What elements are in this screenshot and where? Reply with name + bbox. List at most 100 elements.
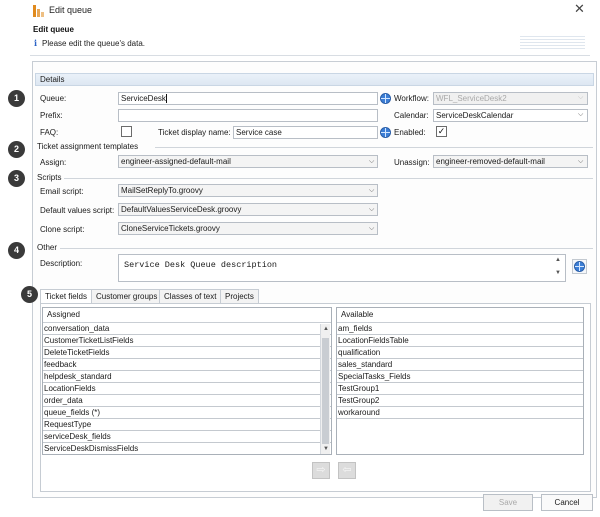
queue-label: Queue:: [40, 94, 67, 103]
faq-checkbox[interactable]: [121, 126, 132, 137]
group-divider: [155, 147, 593, 148]
list-item[interactable]: DeleteTicketFields: [43, 347, 331, 359]
scroll-thumb[interactable]: [322, 338, 329, 444]
unassign-label: Unassign:: [394, 158, 430, 167]
app-icon: [33, 5, 44, 17]
workflow-label: Workflow:: [394, 94, 429, 103]
ticket-assignment-group-title: Ticket assignment templates: [37, 142, 139, 151]
details-section-title: Details: [40, 75, 65, 84]
tab-ticket-fields[interactable]: Ticket fields: [40, 289, 92, 304]
scroll-up-icon[interactable]: ▲: [322, 326, 330, 332]
assigned-list[interactable]: Assigned conversation_data CustomerTicke…: [42, 307, 332, 455]
description-translate-button[interactable]: [572, 259, 587, 274]
header-decoration: [520, 36, 585, 50]
step-badge-4: 4: [8, 242, 25, 259]
default-values-script-select[interactable]: DefaultValuesServiceDesk.groovy: [118, 203, 378, 216]
globe-icon: [574, 261, 585, 272]
clone-chevron-down-icon[interactable]: ⌵: [369, 225, 374, 233]
text-caret: [165, 94, 167, 104]
assign-value: engineer-assigned-default-mail: [121, 157, 231, 166]
scroll-down-icon[interactable]: ▼: [322, 446, 330, 452]
unassign-value: engineer-removed-default-mail: [436, 157, 545, 166]
assigned-list-header: Assigned: [43, 308, 331, 323]
default-values-script-label: Default values script:: [40, 206, 115, 215]
description-value: Service Desk Queue description: [124, 260, 278, 270]
other-group-title: Other: [37, 243, 58, 252]
close-icon[interactable]: ✕: [574, 1, 585, 17]
prefix-label: Prefix:: [40, 111, 63, 120]
calendar-chevron-down-icon[interactable]: ⌵: [578, 111, 583, 119]
list-item[interactable]: helpdesk_standard: [43, 371, 331, 383]
description-textarea[interactable]: Service Desk Queue description: [118, 254, 566, 282]
description-scroll-up-icon[interactable]: ▲: [555, 257, 561, 263]
workflow-value: WFL_ServiceDesk2: [436, 94, 507, 103]
dialog-subtitle: i Please edit the queue's data.: [34, 38, 145, 48]
list-item[interactable]: workaround: [337, 407, 583, 419]
dialog-title: Edit queue: [33, 25, 74, 34]
list-item[interactable]: feedback: [43, 359, 331, 371]
list-item[interactable]: qualification: [337, 347, 583, 359]
list-item[interactable]: order_data: [43, 395, 331, 407]
queue-input[interactable]: ServiceDesk: [118, 92, 378, 105]
clone-script-select[interactable]: CloneServiceTickets.groovy: [118, 222, 378, 235]
window-title: Edit queue: [49, 5, 93, 15]
prefix-input[interactable]: [118, 109, 378, 122]
list-item[interactable]: TestGroup2: [337, 395, 583, 407]
scripts-group-title: Scripts: [37, 173, 62, 182]
queue-value: ServiceDesk: [121, 94, 166, 103]
group-divider: [60, 248, 593, 249]
title-bar: Edit queue ✕: [0, 0, 600, 22]
assign-label: Assign:: [40, 158, 67, 167]
details-section-bar: Details: [35, 73, 594, 86]
list-item[interactable]: SpecialTasks_Fields: [337, 371, 583, 383]
list-item[interactable]: queue_fields (*): [43, 407, 331, 419]
description-scroll-down-icon[interactable]: ▼: [555, 270, 561, 276]
unassign-chevron-down-icon[interactable]: ⌵: [578, 158, 583, 166]
email-script-value: MailSetReplyTo.groovy: [121, 186, 203, 195]
list-item[interactable]: LocationFields: [43, 383, 331, 395]
tab-projects[interactable]: Projects: [220, 289, 259, 303]
enabled-label: Enabled:: [394, 128, 426, 137]
available-list-header: Available: [337, 308, 583, 323]
list-item[interactable]: RequestType: [43, 419, 331, 431]
default-values-chevron-down-icon[interactable]: ⌵: [369, 206, 374, 214]
assign-select[interactable]: engineer-assigned-default-mail: [118, 155, 378, 168]
assigned-rows: conversation_data CustomerTicketListFiel…: [43, 323, 331, 454]
enabled-checkbox[interactable]: ✓: [436, 126, 447, 137]
tab-classes-of-text[interactable]: Classes of text: [159, 289, 222, 303]
display-name-globe-icon[interactable]: [380, 127, 391, 138]
unassign-select[interactable]: engineer-removed-default-mail: [433, 155, 588, 168]
calendar-label: Calendar:: [394, 111, 429, 120]
step-badge-5: 5: [21, 286, 38, 303]
ticket-display-name-input[interactable]: Service case: [233, 126, 378, 139]
list-item[interactable]: ServiceDeskDismissFields: [43, 443, 331, 454]
calendar-select[interactable]: ServiceDeskCalendar: [433, 109, 588, 122]
translate-globe-icon[interactable]: [380, 93, 391, 104]
tab-customer-groups[interactable]: Customer groups: [91, 289, 163, 303]
list-item[interactable]: am_fields: [337, 323, 583, 335]
group-divider: [64, 178, 593, 179]
list-item[interactable]: CustomerTicketListFields: [43, 335, 331, 347]
assign-chevron-down-icon[interactable]: ⌵: [369, 158, 374, 166]
step-badge-3: 3: [8, 170, 25, 187]
list-item[interactable]: TestGroup1: [337, 383, 583, 395]
save-button[interactable]: Save: [483, 494, 533, 511]
move-left-button[interactable]: ⇦: [338, 462, 356, 479]
email-chevron-down-icon[interactable]: ⌵: [369, 187, 374, 195]
description-label: Description:: [40, 259, 83, 268]
list-item[interactable]: sales_standard: [337, 359, 583, 371]
step-badge-2: 2: [8, 141, 25, 158]
move-right-button[interactable]: ⇨: [312, 462, 330, 479]
assigned-scrollbar[interactable]: ▲ ▼: [320, 324, 330, 454]
workflow-chevron-down-icon: ⌵: [578, 94, 584, 101]
list-item[interactable]: serviceDesk_fields: [43, 431, 331, 443]
available-list[interactable]: Available am_fields LocationFieldsTable …: [336, 307, 584, 455]
subtitle-text: Please edit the queue's data.: [42, 39, 145, 48]
cancel-button[interactable]: Cancel: [541, 494, 593, 511]
clone-script-label: Clone script:: [40, 225, 85, 234]
email-script-select[interactable]: MailSetReplyTo.groovy: [118, 184, 378, 197]
list-item[interactable]: LocationFieldsTable: [337, 335, 583, 347]
clone-script-value: CloneServiceTickets.groovy: [121, 224, 220, 233]
list-item[interactable]: conversation_data: [43, 323, 331, 335]
calendar-value: ServiceDeskCalendar: [436, 111, 514, 120]
